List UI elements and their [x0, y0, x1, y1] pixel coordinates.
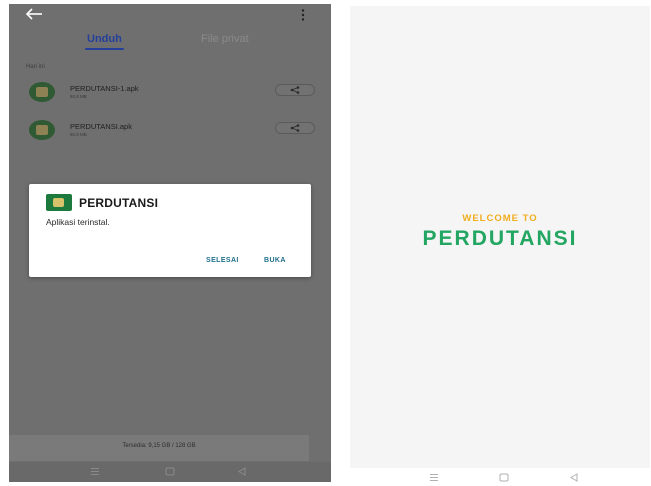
system-nav-bar	[350, 468, 650, 484]
storage-info: Tersedia: 9,15 GB / 128 GB	[122, 443, 196, 449]
file-name: PERDUTANSI-1.apk	[70, 84, 139, 93]
install-complete-dialog: PERDUTANSI Aplikasi terinstal. SELESAI B…	[29, 184, 311, 277]
top-app-bar	[9, 4, 331, 26]
open-button[interactable]: BUKA	[264, 257, 286, 264]
menu-icon[interactable]	[429, 473, 439, 482]
share-icon	[290, 124, 300, 132]
file-size: 92,8 MB	[70, 132, 87, 137]
screenshot-canvas: Unduh File privat Hari ini PERDUTANSI-1.…	[0, 0, 651, 486]
done-button[interactable]: SELESAI	[206, 257, 239, 264]
file-size: 92,8 MB	[70, 94, 87, 99]
tab-file-privat-label: File privat	[201, 33, 249, 45]
dialog-title: PERDUTANSI	[79, 196, 159, 210]
share-button[interactable]	[275, 84, 315, 96]
list-item[interactable]: PERDUTANSI-1.apk 92,8 MB	[9, 78, 331, 114]
splash-screen: WELCOME TO PERDUTANSI	[350, 6, 650, 484]
list-item[interactable]: PERDUTANSI.apk 92,8 MB	[9, 116, 331, 152]
share-button[interactable]	[275, 122, 315, 134]
tab-unduh[interactable]: Unduh	[85, 30, 124, 54]
dialog-message: Aplikasi terinstal.	[46, 217, 110, 227]
arrow-left-icon[interactable]	[25, 7, 43, 21]
section-label-today: Hari ini	[26, 64, 45, 70]
app-name-logo: PERDUTANSI	[422, 227, 578, 250]
perdutansi-app-icon	[29, 120, 55, 140]
download-tabs: Unduh File privat	[9, 30, 331, 56]
home-icon[interactable]	[499, 473, 509, 482]
perdutansi-app-icon	[29, 82, 55, 102]
storage-footer: Tersedia: 9,15 GB / 128 GB	[9, 435, 309, 461]
share-icon	[290, 86, 300, 94]
tab-file-privat[interactable]: File privat	[201, 30, 249, 54]
back-triangle-icon[interactable]	[569, 473, 579, 482]
tab-active-indicator	[85, 48, 124, 50]
menu-icon[interactable]	[90, 467, 100, 476]
welcome-text: WELCOME TO	[462, 213, 538, 224]
file-name: PERDUTANSI.apk	[70, 122, 132, 131]
more-vertical-icon[interactable]	[301, 9, 305, 21]
downloads-screen: Unduh File privat Hari ini PERDUTANSI-1.…	[9, 4, 331, 482]
back-triangle-icon[interactable]	[237, 467, 247, 476]
perdutansi-app-icon	[46, 194, 72, 211]
home-icon[interactable]	[165, 467, 175, 476]
tab-unduh-label: Unduh	[87, 33, 122, 45]
system-nav-bar	[9, 462, 331, 482]
